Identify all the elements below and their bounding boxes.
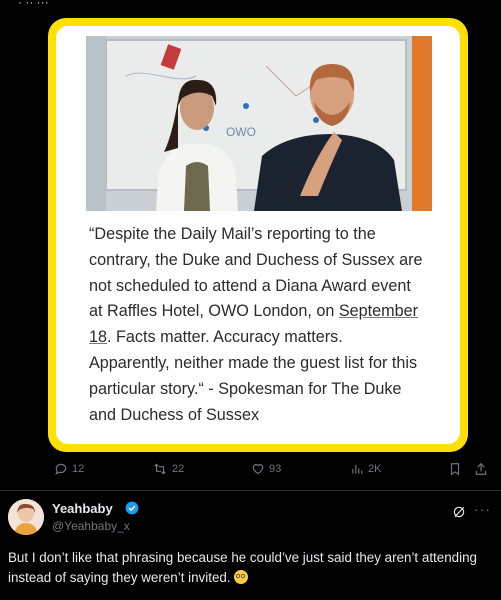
repost-button[interactable]: 22 xyxy=(152,462,184,476)
face-with-rolling-eyes-emoji xyxy=(234,570,249,584)
reply-author-handle[interactable]: @Yeahbaby_x xyxy=(52,519,130,533)
like-count: 93 xyxy=(269,463,282,475)
verified-badge-icon xyxy=(125,501,139,515)
repost-icon xyxy=(154,463,166,475)
quote-line-6: Apparently, neither made the guest list … xyxy=(89,353,418,372)
quote-line-8: and Duchess of Sussex xyxy=(89,405,260,424)
date-link-month: September xyxy=(338,302,419,321)
reply-icon xyxy=(55,463,67,475)
quote-line-3: not scheduled to attend a Diana Award ev… xyxy=(89,276,411,295)
reply-author-name[interactable]: Yeahbaby xyxy=(52,501,113,516)
bookmark-icon xyxy=(450,463,460,476)
reply-body: But I don’t like that phrasing because h… xyxy=(8,548,488,588)
quoted-image-card[interactable]: OWO “Despite the Daily Mail’s reporting … xyxy=(48,18,468,452)
quote-line-4: at Raffles Hotel, OWO London, on xyxy=(89,302,339,321)
views-icon xyxy=(352,464,363,474)
reply-count: 12 xyxy=(72,463,85,475)
tweet-action-bar: 12 22 93 2K xyxy=(0,462,501,482)
avatar[interactable] xyxy=(8,499,44,535)
avatar-illustration xyxy=(8,499,44,535)
grok-icon[interactable] xyxy=(452,505,466,519)
heart-icon xyxy=(252,464,264,475)
divider xyxy=(0,490,501,491)
quote-line-7: particular story.“ - Spokesman for The D… xyxy=(89,379,402,398)
like-button[interactable]: 93 xyxy=(251,462,281,476)
views-button[interactable]: 2K xyxy=(350,462,381,476)
bookmark-button[interactable] xyxy=(448,462,466,476)
quoted-image-inner: OWO “Despite the Daily Mail’s reporting … xyxy=(56,26,460,444)
view-count: 2K xyxy=(368,463,382,475)
date-link-day: 18 xyxy=(89,328,108,347)
quote-line-5: . Facts matter. Accuracy matters. xyxy=(107,328,343,347)
photo-duke-and-duchess: OWO xyxy=(86,36,432,211)
share-icon xyxy=(475,462,487,475)
quote-line-1: “Despite the Daily Mail’s reporting to t… xyxy=(89,225,376,243)
clipped-text-remnant: · ·· ··· xyxy=(18,0,49,8)
photo-illustration: OWO xyxy=(86,36,432,211)
svg-text:OWO: OWO xyxy=(226,125,256,139)
quote-text: “Despite the Daily Mail’s reporting to t… xyxy=(89,222,434,428)
repost-count: 22 xyxy=(172,463,185,475)
share-button[interactable] xyxy=(474,462,492,476)
reply-button[interactable]: 12 xyxy=(54,462,84,476)
more-options-button[interactable]: ··· xyxy=(474,501,491,517)
quote-line-2: contrary, the Duke and Duchess of Sussex… xyxy=(89,250,423,269)
